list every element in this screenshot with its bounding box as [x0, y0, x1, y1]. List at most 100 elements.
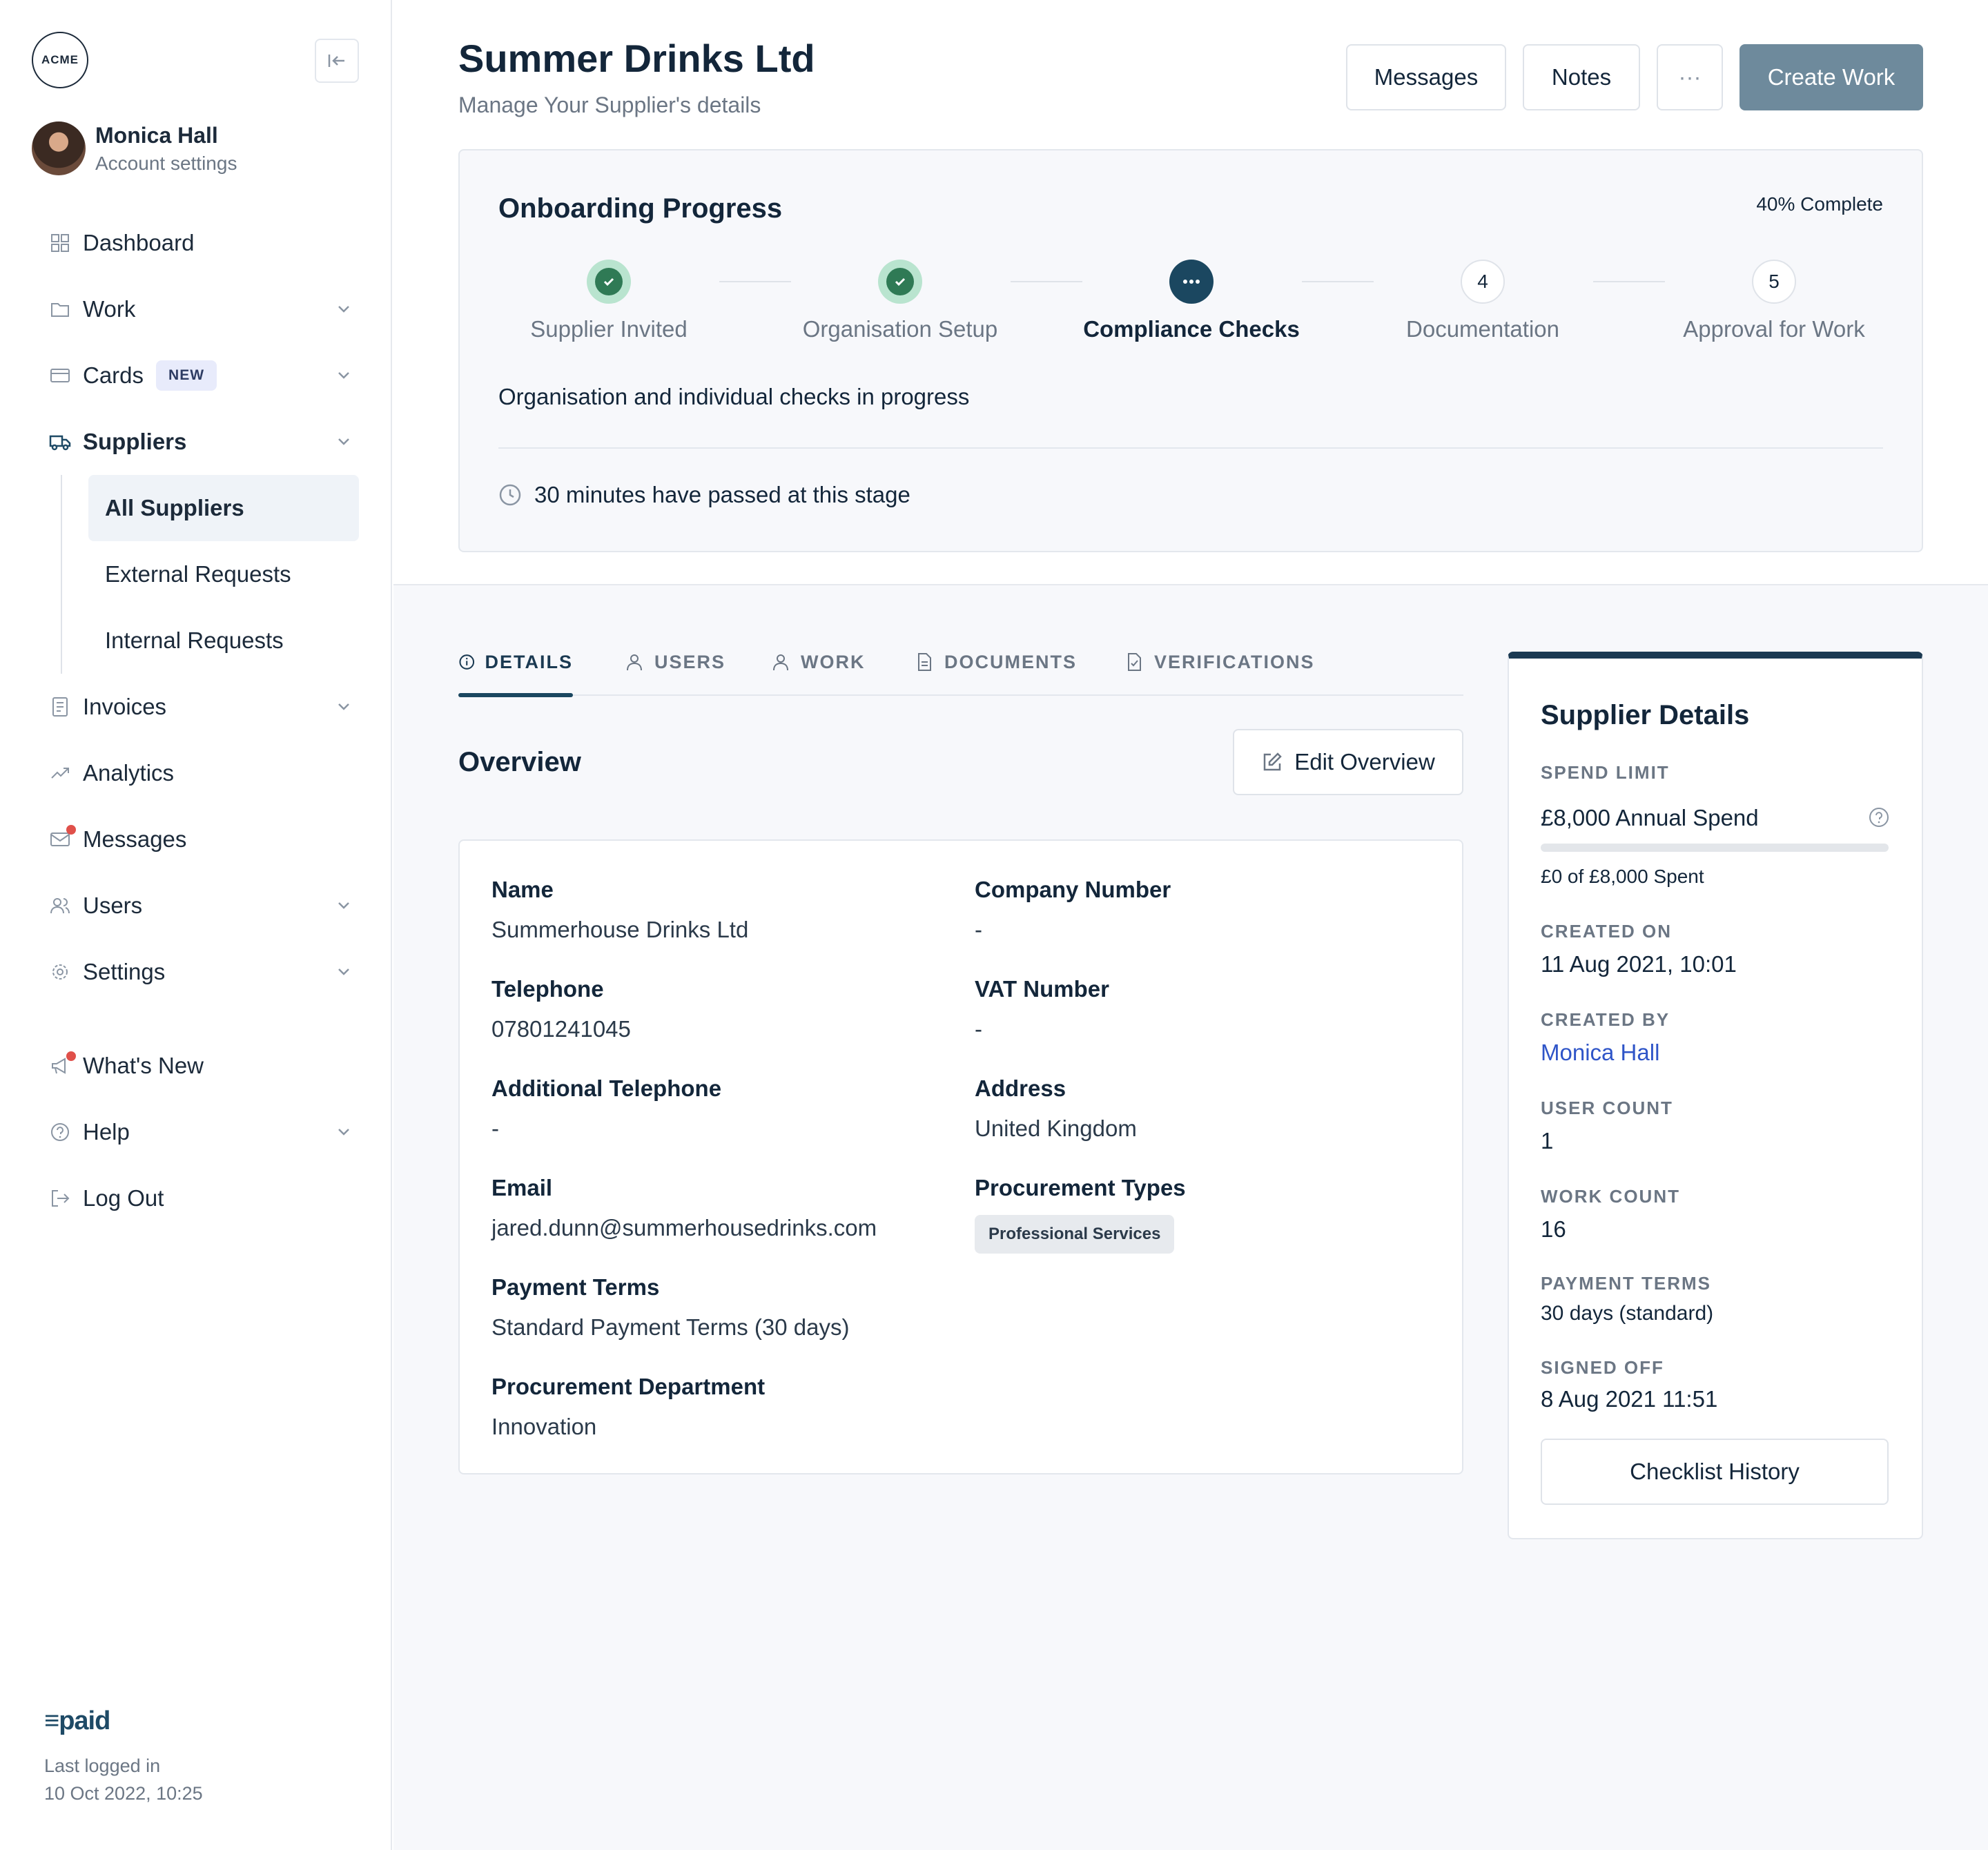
user-icon — [627, 654, 642, 671]
step-status-in-progress — [1169, 260, 1214, 304]
spent-amount: £0 of £8,000 Spent — [1541, 866, 1704, 887]
grid-icon — [48, 231, 72, 255]
sidebar-item-invoices[interactable]: Invoices — [48, 686, 352, 728]
user-profile[interactable]: Monica Hall Account settings — [32, 121, 237, 175]
account-settings-link[interactable]: Account settings — [95, 153, 237, 175]
user-count-label: USER COUNT — [1541, 1098, 1673, 1118]
field-procurement-types: Procurement Types Professional Services — [975, 1175, 1186, 1254]
chevron-down-icon — [338, 306, 349, 313]
field-label: Address — [975, 1075, 1066, 1101]
tab-users[interactable]: USERS — [624, 649, 725, 696]
subnav-line — [61, 475, 62, 674]
field-label: Email — [491, 1175, 553, 1200]
truck-icon — [48, 430, 72, 454]
sidebar-item-log-out[interactable]: Log Out — [48, 1178, 352, 1219]
acme-logo[interactable]: ACME — [32, 32, 88, 88]
user-name: Monica Hall — [95, 122, 218, 148]
tab-work[interactable]: WORK — [770, 649, 865, 696]
sidebar-item-label: Suppliers — [83, 429, 187, 454]
step-label: Organisation Setup — [802, 316, 998, 342]
more-options-button[interactable]: ··· — [1657, 44, 1723, 110]
step-supplier-invited: Supplier Invited — [485, 260, 733, 342]
sidebar-item-label: Messages — [83, 826, 187, 852]
chevron-down-icon — [338, 902, 349, 909]
edit-icon — [1263, 752, 1282, 771]
sidebar-item-label: Help — [83, 1119, 130, 1145]
sidebar-item-whats-new[interactable]: What's New — [48, 1045, 352, 1087]
clock-icon — [499, 484, 521, 506]
last-login-value: 10 Oct 2022, 10:25 — [44, 1783, 203, 1804]
field-label: Name — [491, 877, 554, 902]
checklist-history-button[interactable]: Checklist History — [1541, 1439, 1889, 1505]
ellipsis-icon — [1183, 280, 1200, 284]
stage-timer-text: 30 minutes have passed at this stage — [534, 482, 910, 507]
step-documentation: 4 Documentation — [1358, 260, 1607, 342]
sidebar-subitem-all-suppliers[interactable]: All Suppliers — [88, 475, 359, 541]
avatar[interactable] — [32, 121, 86, 175]
collapse-icon — [328, 55, 344, 67]
field-label: Procurement Department — [491, 1374, 766, 1399]
check-icon — [603, 278, 614, 286]
tab-details[interactable]: DETAILS — [458, 649, 573, 697]
step-status-done — [587, 260, 631, 304]
field-procurement-department: Procurement Department Innovation — [491, 1374, 765, 1440]
sidebar-item-dashboard[interactable]: Dashboard — [48, 222, 352, 264]
sidebar-item-messages[interactable]: Messages — [48, 819, 352, 860]
step-organisation-setup: Organisation Setup — [776, 260, 1024, 342]
sidebar-subitem-external-requests[interactable]: External Requests — [88, 541, 359, 607]
work-count-label: WORK COUNT — [1541, 1186, 1680, 1207]
users-icon — [48, 894, 72, 917]
sidebar-item-help[interactable]: Help — [48, 1111, 352, 1153]
created-by-link[interactable]: Monica Hall — [1541, 1040, 1659, 1066]
tab-label: VERIFICATIONS — [1154, 652, 1315, 672]
sidebar: ACME Monica Hall Account settings Dashbo… — [0, 0, 392, 1850]
notes-button[interactable]: Notes — [1523, 44, 1640, 110]
field-payment-terms: Payment Terms Standard Payment Terms (30… — [491, 1274, 849, 1341]
sidebar-item-cards[interactable]: Cards NEW — [48, 355, 352, 396]
field-value: Summerhouse Drinks Ltd — [491, 917, 749, 942]
invoice-icon — [48, 695, 72, 719]
sidebar-subitem-internal-requests[interactable]: Internal Requests — [88, 607, 359, 674]
step-label: Compliance Checks — [1083, 316, 1300, 342]
folder-icon — [48, 298, 72, 321]
field-label: Company Number — [975, 877, 1171, 902]
new-badge: NEW — [156, 360, 217, 391]
verified-document-icon — [1128, 653, 1141, 671]
chevron-down-icon — [338, 703, 349, 710]
sidebar-item-users[interactable]: Users — [48, 885, 352, 926]
field-value: - — [975, 1016, 982, 1042]
edit-overview-button[interactable]: Edit Overview — [1233, 729, 1463, 795]
help-icon[interactable] — [1868, 806, 1890, 828]
create-work-button[interactable]: Create Work — [1740, 44, 1923, 110]
page-title: Summer Drinks Ltd — [458, 37, 815, 80]
edit-overview-label: Edit Overview — [1294, 749, 1435, 775]
created-by-label: CREATED BY — [1541, 1009, 1670, 1030]
tab-label: WORK — [801, 652, 866, 672]
sidebar-item-settings[interactable]: Settings — [48, 951, 352, 993]
field-label: Additional Telephone — [491, 1075, 722, 1101]
tab-documents[interactable]: DOCUMENTS — [914, 649, 1077, 696]
sidebar-item-label: Log Out — [83, 1185, 164, 1211]
onboarding-message: Organisation and individual checks in pr… — [498, 384, 970, 409]
sidebar-item-label: Invoices — [83, 694, 167, 719]
notification-dot — [66, 825, 76, 835]
sidebar-item-analytics[interactable]: Analytics — [48, 752, 352, 794]
sidebar-item-suppliers[interactable]: Suppliers — [48, 421, 352, 463]
step-label: Supplier Invited — [530, 316, 688, 342]
field-value: Innovation — [491, 1414, 597, 1439]
messages-button[interactable]: Messages — [1346, 44, 1506, 110]
tab-verifications[interactable]: VERIFICATIONS — [1124, 649, 1315, 696]
field-company-number: Company Number - — [975, 877, 1171, 943]
card-icon — [48, 364, 72, 387]
paid-logo: ≡paid — [44, 1706, 110, 1736]
step-compliance-checks: Compliance Checks — [1067, 260, 1316, 342]
field-value: Standard Payment Terms (30 days) — [491, 1314, 850, 1340]
sidebar-item-label: Cards — [83, 362, 144, 388]
tab-label: DETAILS — [485, 652, 573, 672]
sidebar-item-label: What's New — [83, 1053, 204, 1078]
collapse-sidebar-button[interactable] — [315, 39, 359, 83]
field-label: Procurement Types — [975, 1175, 1186, 1200]
supplier-details-title: Supplier Details — [1541, 700, 1750, 730]
sidebar-item-work[interactable]: Work — [48, 289, 352, 330]
sidebar-item-label: Users — [83, 893, 143, 918]
